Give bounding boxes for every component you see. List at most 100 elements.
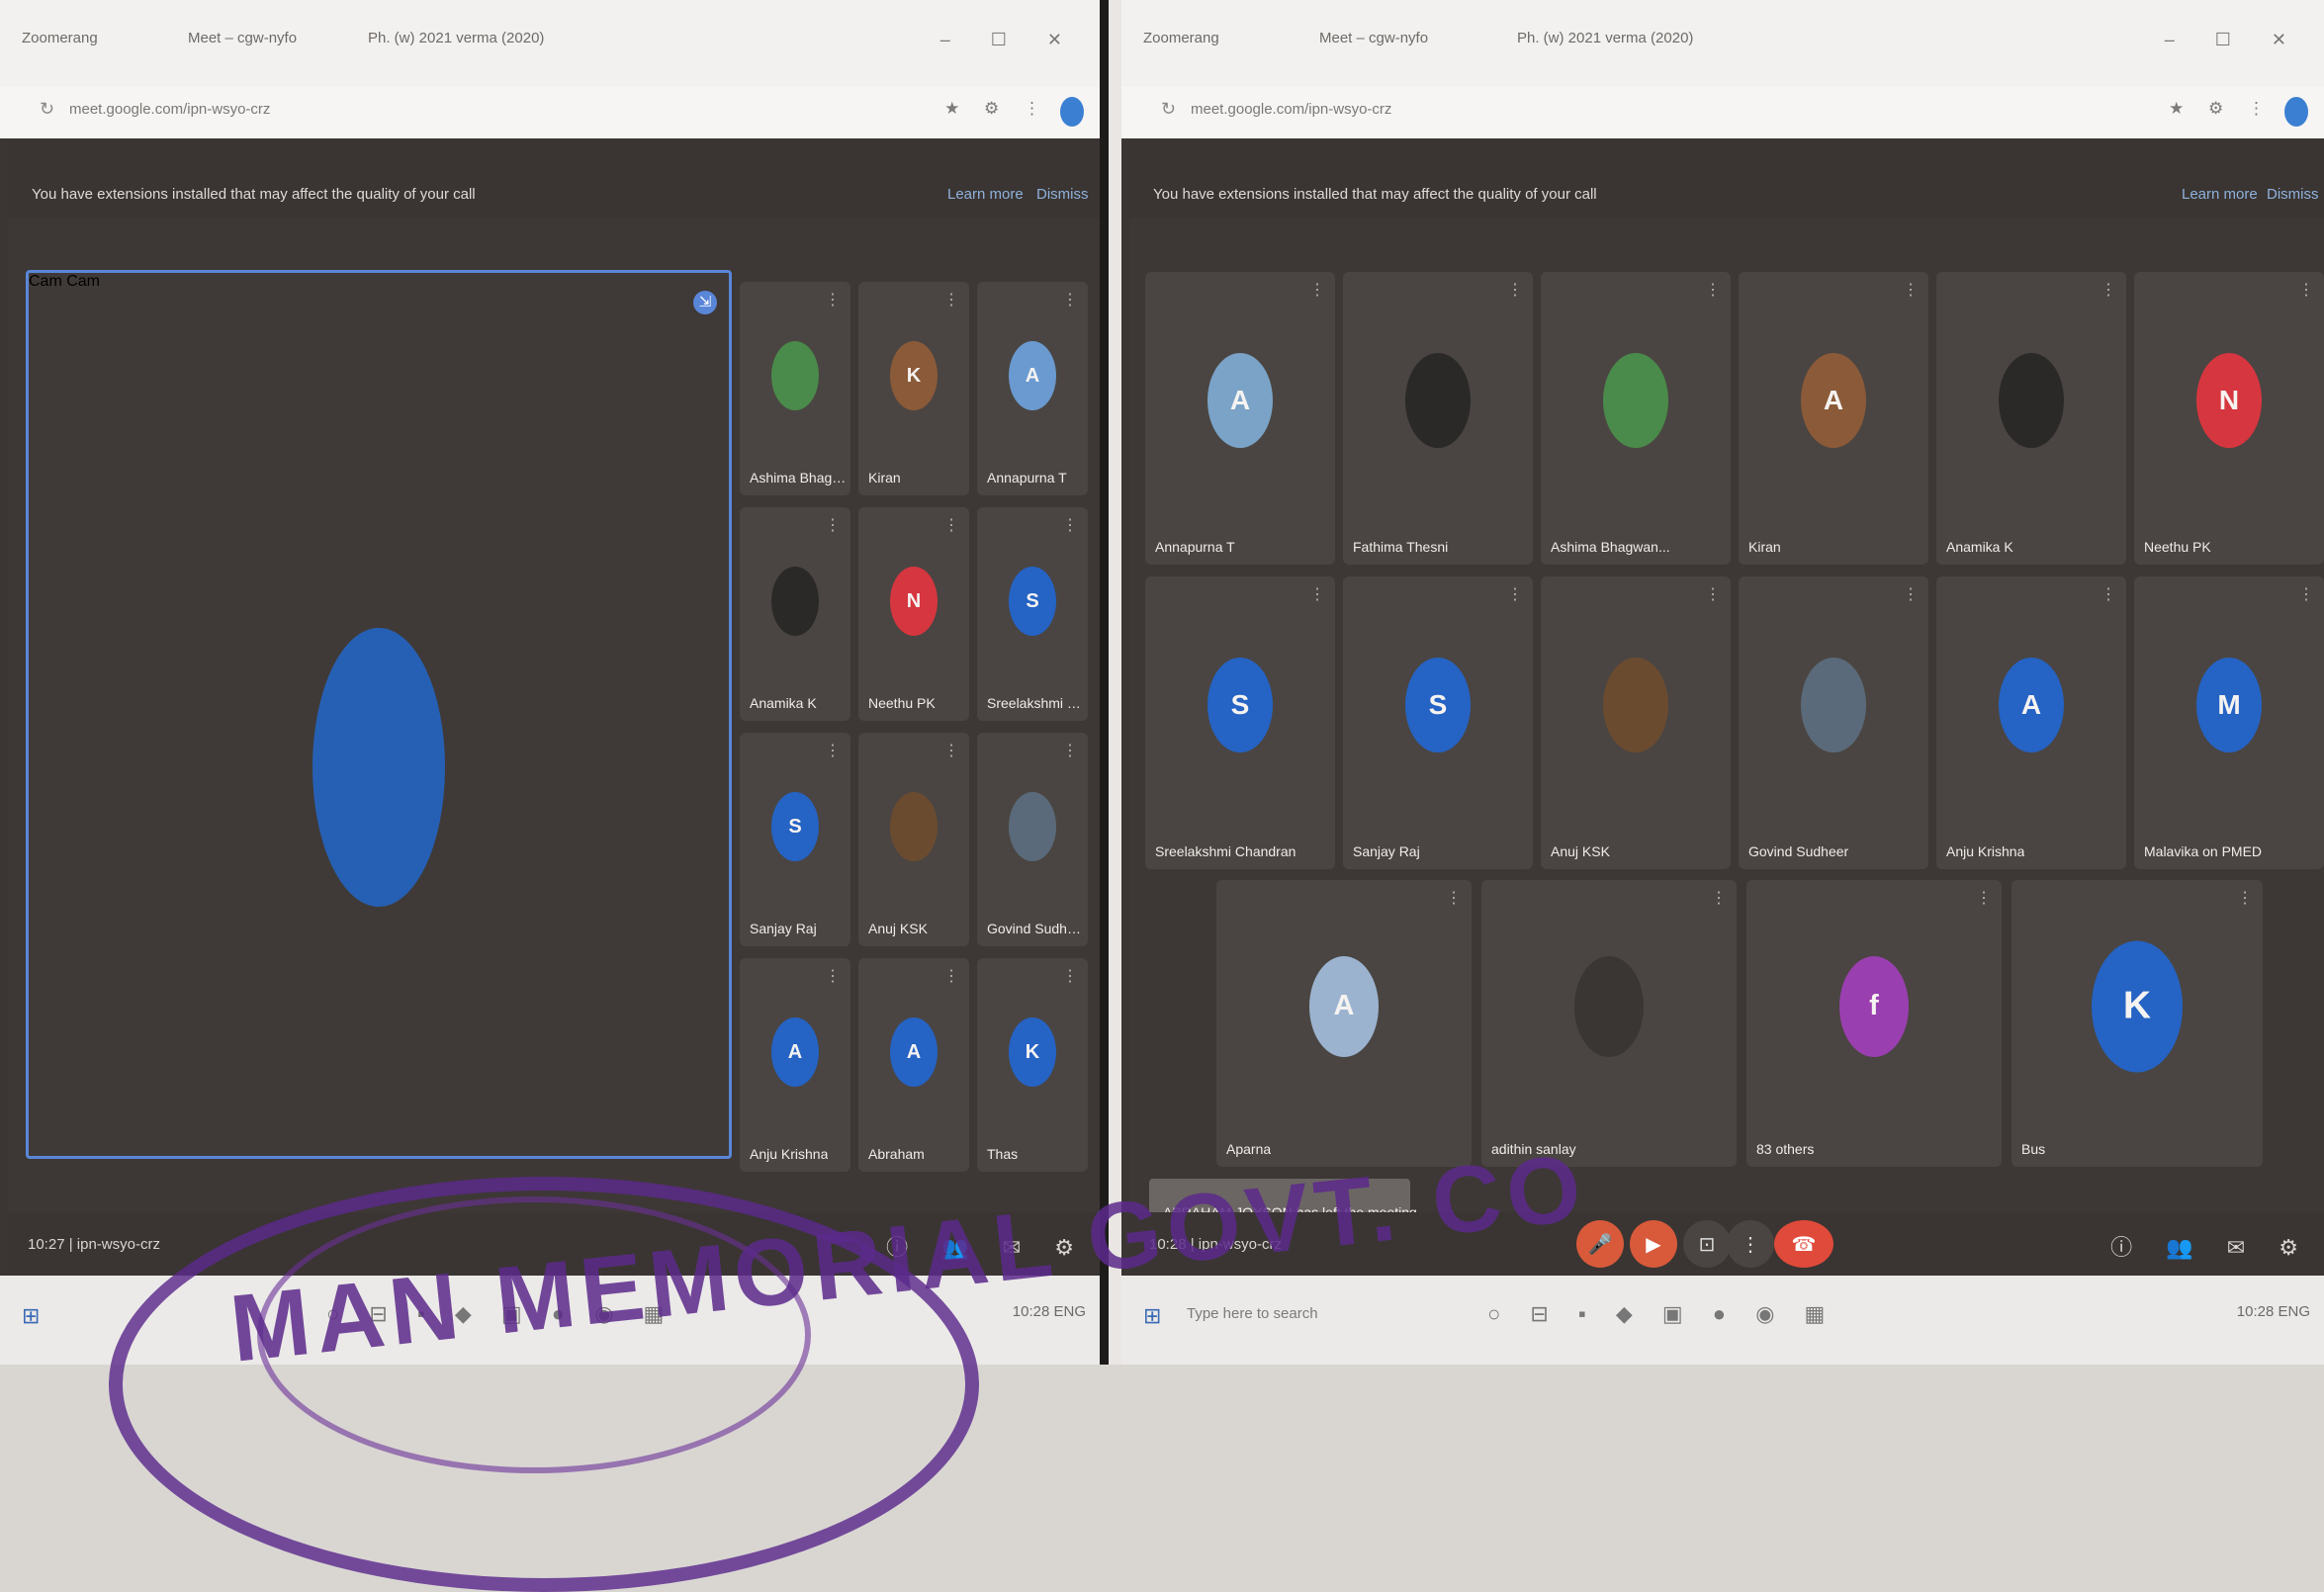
participant-tile[interactable]: ⋮ Anuj KSK [1541, 576, 1731, 869]
participant-avatar [1009, 792, 1056, 862]
tile-options-icon[interactable]: ⋮ [1705, 280, 1721, 300]
present-button[interactable]: ⊡ [1683, 1220, 1731, 1268]
windows-start-icon[interactable]: ⊞ [1143, 1303, 1161, 1329]
tile-options-icon[interactable]: ⋮ [1507, 280, 1523, 300]
participant-tile[interactable]: ⋮ Ashima Bhagwan... [740, 282, 850, 495]
tile-options-icon[interactable]: ⋮ [2101, 584, 2116, 604]
participant-tile[interactable]: ⋮ A Annapurna T [977, 282, 1088, 495]
more-options-button[interactable]: ⋮ [1727, 1220, 1774, 1268]
tile-options-icon[interactable]: ⋮ [1903, 280, 1919, 300]
tab-meet[interactable]: Meet – cgw-nyfo [1319, 30, 1428, 46]
participant-tile[interactable]: ⋮ S Sanjay Raj [1343, 576, 1533, 869]
tile-options-icon[interactable]: ⋮ [1711, 888, 1727, 908]
toolbar-icons[interactable]: ★ ⚙ ⋮ [944, 99, 1050, 119]
participant-tile[interactable]: ⋮ Govind Sudheer [1739, 576, 1928, 869]
participant-avatar: S [1405, 658, 1471, 753]
tile-options-icon[interactable]: ⋮ [825, 966, 841, 986]
tab-document[interactable]: Ph. (w) 2021 verma (2020) [368, 30, 544, 46]
meet-side-icons[interactable]: ⓘ 👥 ✉ ⚙ [2110, 1230, 2312, 1262]
camera-off-button[interactable]: ▶ [1630, 1220, 1677, 1268]
tile-options-icon[interactable]: ⋮ [1976, 888, 1992, 908]
toolbar-icons[interactable]: ★ ⚙ ⋮ [2169, 99, 2275, 119]
tile-options-icon[interactable]: ⋮ [943, 966, 959, 986]
participant-tile[interactable]: ⋮ Govind Sudheer [977, 733, 1088, 946]
url-field[interactable]: meet.google.com/ipn-wsyo-crz [69, 101, 270, 118]
participant-name: Sanjay Raj [750, 921, 817, 936]
learn-more-link[interactable]: Learn more [947, 186, 1024, 203]
dismiss-link[interactable]: Dismiss [2267, 186, 2319, 203]
participant-name: Anamika K [1946, 539, 2013, 555]
tile-options-icon[interactable]: ⋮ [825, 741, 841, 760]
participant-tile[interactable]: ⋮ A Aparna [1216, 880, 1472, 1167]
participant-tile[interactable]: ⋮ A Anju Krishna [1936, 576, 2126, 869]
tile-options-icon[interactable]: ⋮ [1062, 290, 1078, 310]
dismiss-link[interactable]: Dismiss [1036, 186, 1089, 203]
tile-options-icon[interactable]: ⋮ [825, 290, 841, 310]
participant-avatar: A [1009, 341, 1056, 411]
participant-tile[interactable]: ⋮ S Sanjay Raj [740, 733, 850, 946]
profile-avatar[interactable] [1060, 97, 1084, 127]
tile-options-icon[interactable]: ⋮ [943, 741, 959, 760]
participant-tile[interactable]: ⋮ S Sreelakshmi Chandran [1145, 576, 1335, 869]
participant-avatar [1574, 955, 1644, 1057]
participant-name: Malavika on PMED [2144, 843, 2263, 859]
participant-tile[interactable]: ⋮ A Annapurna T [1145, 272, 1335, 565]
tile-options-icon[interactable]: ⋮ [1507, 584, 1523, 604]
participant-tile[interactable]: ⋮ Anamika K [740, 507, 850, 721]
participant-tile[interactable]: ⋮ Fathima Thesni [1343, 272, 1533, 565]
windows-start-icon[interactable]: ⊞ [22, 1303, 40, 1329]
tab-meet[interactable]: Meet – cgw-nyfo [188, 30, 297, 46]
participant-tile[interactable]: ⋮ N Neethu PK [2134, 272, 2324, 565]
tile-options-icon[interactable]: ⋮ [825, 515, 841, 535]
tile-options-icon[interactable]: ⋮ [1062, 741, 1078, 760]
tile-options-icon[interactable]: ⋮ [2101, 280, 2116, 300]
pin-icon[interactable]: ⇲ [693, 291, 717, 314]
participant-tile[interactable]: ⋮ M Malavika on PMED [2134, 576, 2324, 869]
url-field[interactable]: meet.google.com/ipn-wsyo-crz [1191, 101, 1391, 118]
participant-tile[interactable]: ⋮ f 83 others [1746, 880, 2002, 1167]
tab-zoomerang[interactable]: Zoomerang [22, 30, 98, 46]
tile-options-icon[interactable]: ⋮ [943, 290, 959, 310]
participant-avatar: f [1839, 955, 1909, 1057]
tile-options-icon[interactable]: ⋮ [2298, 584, 2314, 604]
participant-tile[interactable]: ⋮ Ashima Bhagwan... [1541, 272, 1731, 565]
participant-avatar: S [1009, 567, 1056, 637]
participant-tile[interactable]: ⋮ A Abraham [858, 958, 969, 1172]
tile-options-icon[interactable]: ⋮ [1705, 584, 1721, 604]
participant-tile[interactable]: ⋮ A Kiran [1739, 272, 1928, 565]
participant-tile[interactable]: ⋮ adithin sanlay [1481, 880, 1737, 1167]
tile-options-icon[interactable]: ⋮ [2237, 888, 2253, 908]
tile-options-icon[interactable]: ⋮ [1309, 280, 1325, 300]
participant-avatar [1603, 658, 1668, 753]
tile-options-icon[interactable]: ⋮ [943, 515, 959, 535]
pinned-tile[interactable]: ⇲ Cam Cam [26, 270, 732, 1159]
leave-call-button[interactable]: ☎ [1774, 1220, 1833, 1268]
profile-avatar[interactable] [2284, 97, 2308, 127]
participant-tile[interactable]: ⋮ S Sreelakshmi Ch... [977, 507, 1088, 721]
participant-tile[interactable]: ⋮ Anamika K [1936, 272, 2126, 565]
participant-tile[interactable]: ⋮ N Neethu PK [858, 507, 969, 721]
participant-tile[interactable]: ⋮ K Kiran [858, 282, 969, 495]
refresh-icon[interactable]: ↻ [40, 99, 54, 120]
tile-options-icon[interactable]: ⋮ [1446, 888, 1462, 908]
tile-options-icon[interactable]: ⋮ [1062, 515, 1078, 535]
participant-tile[interactable]: ⋮ A Anju Krishna [740, 958, 850, 1172]
tab-zoomerang[interactable]: Zoomerang [1143, 30, 1219, 46]
participant-tile[interactable]: ⋮ K Bus [2011, 880, 2263, 1167]
taskbar-search[interactable]: Type here to search [1187, 1305, 1318, 1322]
tile-options-icon[interactable]: ⋮ [1309, 584, 1325, 604]
tile-options-icon[interactable]: ⋮ [2298, 280, 2314, 300]
window-controls[interactable]: – ☐ ✕ [2165, 30, 2304, 50]
learn-more-link[interactable]: Learn more [2182, 186, 2258, 203]
tab-document[interactable]: Ph. (w) 2021 verma (2020) [1517, 30, 1693, 46]
tile-options-icon[interactable]: ⋮ [1903, 584, 1919, 604]
participant-tile[interactable]: ⋮ Anuj KSK [858, 733, 969, 946]
window-controls[interactable]: – ☐ ✕ [940, 30, 1080, 50]
participant-avatar: S [771, 792, 819, 862]
participant-tile[interactable]: ⋮ K Thas [977, 958, 1088, 1172]
tile-options-icon[interactable]: ⋮ [1062, 966, 1078, 986]
participant-avatar: S [1207, 658, 1273, 753]
taskbar-app-icons[interactable]: ○ ⊟ ▪ ◆ ▣ ● ◉ ▦ [1487, 1301, 1836, 1327]
address-bar: ↻ meet.google.com/ipn-wsyo-crz ★ ⚙ ⋮ [0, 87, 1100, 138]
refresh-icon[interactable]: ↻ [1161, 99, 1176, 120]
